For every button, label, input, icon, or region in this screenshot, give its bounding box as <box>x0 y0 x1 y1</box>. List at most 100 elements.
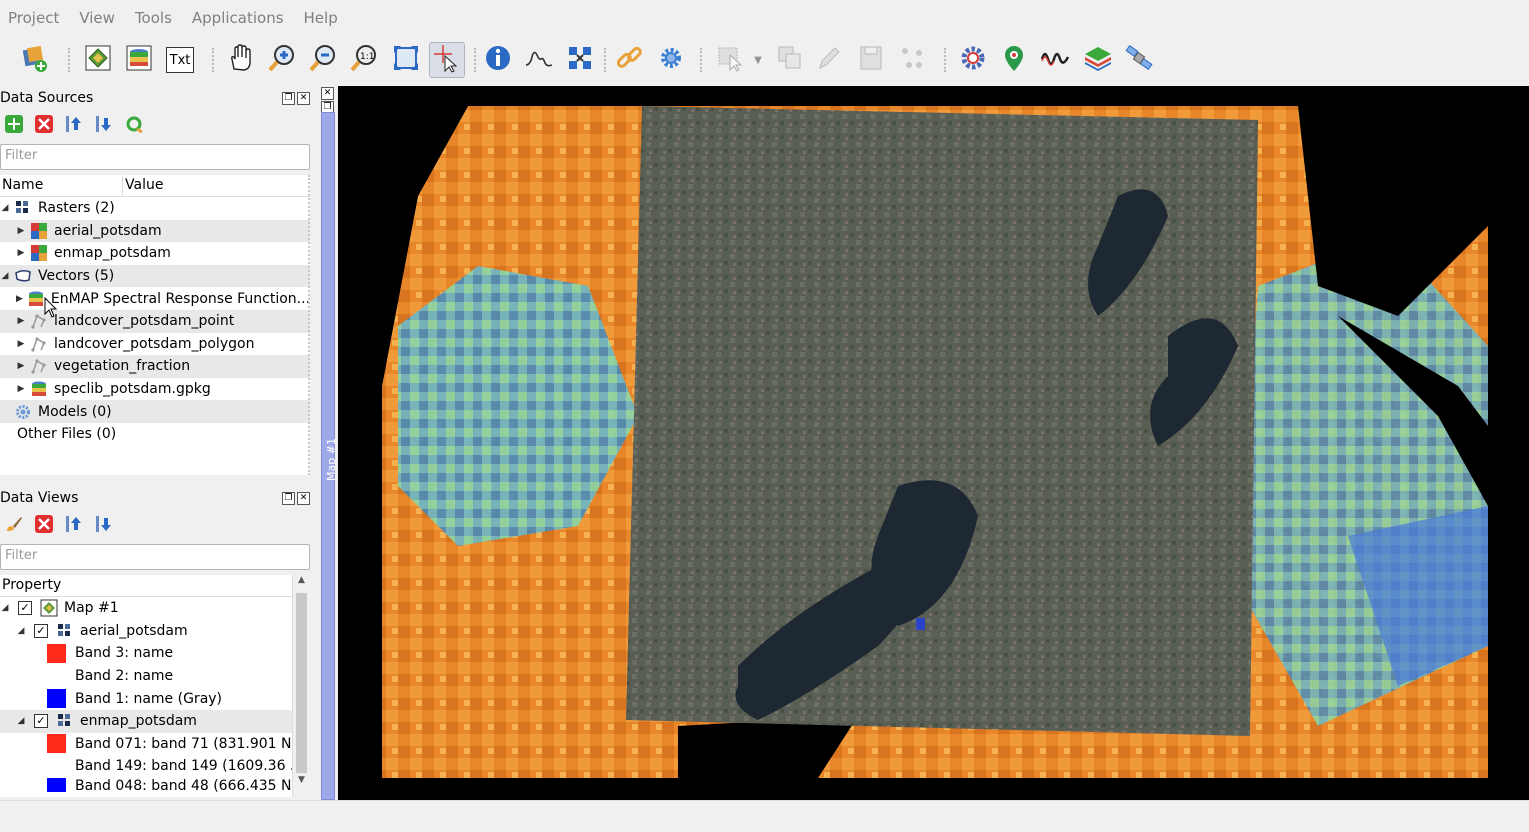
column-property[interactable]: Property <box>0 575 63 596</box>
toolbar-grip <box>68 48 72 72</box>
expand-all-button[interactable] <box>92 114 116 138</box>
data-views-title: Data Views <box>0 490 79 506</box>
tree-rasters-group[interactable]: ◢ Rasters (2) <box>0 197 310 220</box>
refresh-button[interactable] <box>122 114 146 138</box>
zoom-full-icon <box>391 43 421 77</box>
temporal-profile-button[interactable] <box>1037 42 1073 78</box>
scroll-up-arrow-icon[interactable]: ▲ <box>293 575 310 591</box>
band-row[interactable]: Band 071: band 71 (831.901 N... <box>0 733 310 756</box>
expand-arrow-icon[interactable]: ▶ <box>16 248 26 258</box>
column-value[interactable]: Value <box>123 175 165 196</box>
raster-name: aerial_potsdam <box>54 222 162 239</box>
collapse-arrow-icon[interactable]: ◢ <box>0 203 10 213</box>
band-color-swatch <box>47 734 66 754</box>
delete-icon <box>34 114 54 138</box>
close-map-button[interactable]: ✕ <box>321 87 334 100</box>
chain-link-icon <box>614 43 644 77</box>
add-data-source-button[interactable] <box>16 42 52 78</box>
collapse-arrow-icon[interactable]: ◢ <box>16 626 26 636</box>
view-map-item[interactable]: ◢ ✓ Map #1 <box>0 597 310 620</box>
band-row[interactable]: Band 3: name <box>0 642 310 665</box>
paint-button[interactable] <box>2 514 26 538</box>
close-panel-button[interactable]: ✕ <box>297 92 310 105</box>
satellite-button[interactable] <box>1121 42 1157 78</box>
select-features-button[interactable] <box>713 42 749 78</box>
tree-vector-item[interactable]: ▶ landcover_potsdam_polygon <box>0 333 310 356</box>
collapse-arrow-icon[interactable]: ◢ <box>0 271 10 281</box>
menu-help[interactable]: Help <box>304 9 338 27</box>
collapse-arrow-icon[interactable]: ◢ <box>16 716 26 726</box>
float-panel-button[interactable]: ❐ <box>282 92 295 105</box>
new-speclib-button[interactable] <box>121 42 157 78</box>
zoom-in-icon <box>267 43 297 77</box>
spectral-profile-button[interactable] <box>521 42 557 78</box>
zoom-native-button[interactable]: 1:1 <box>346 42 382 78</box>
band-row[interactable]: Band 149: band 149 (1609.36 ... <box>0 755 310 778</box>
map-linking-button[interactable] <box>611 42 647 78</box>
collapse-all-button[interactable] <box>62 514 86 538</box>
band-label: Band 071: band 71 (831.901 N... <box>75 735 305 752</box>
zoom-full-button[interactable] <box>388 42 424 78</box>
tree-scrollbar[interactable]: ▲ ▼ <box>292 575 310 797</box>
link-maps-button[interactable] <box>562 42 598 78</box>
settings-button[interactable] <box>955 42 991 78</box>
band-row[interactable]: Band 2: name <box>0 665 310 688</box>
select-dropdown-button[interactable]: ▼ <box>748 42 768 78</box>
menu-tools[interactable]: Tools <box>135 9 172 27</box>
column-name[interactable]: Name <box>0 175 123 196</box>
close-panel-button[interactable]: ✕ <box>297 492 310 505</box>
expand-all-button[interactable] <box>92 514 116 538</box>
add-source-button[interactable] <box>2 114 26 138</box>
expand-icon <box>94 514 114 538</box>
deselect-button[interactable] <box>772 42 808 78</box>
map-canvas[interactable] <box>338 86 1529 800</box>
scrollbar-thumb[interactable] <box>296 593 307 773</box>
tree-raster-item[interactable]: ▶ aerial_potsdam <box>0 219 310 243</box>
tree-vector-item[interactable]: ▶ speclib_potsdam.gpkg <box>0 378 310 401</box>
zoom-out-button[interactable] <box>305 42 341 78</box>
identify-button[interactable] <box>480 42 516 78</box>
collapse-all-button[interactable] <box>62 114 86 138</box>
menu-view[interactable]: View <box>79 9 115 27</box>
map-tab[interactable]: Map #1 <box>321 112 338 800</box>
layer-stack-button[interactable] <box>1080 42 1116 78</box>
float-panel-button[interactable]: ❐ <box>282 492 295 505</box>
location-browser-button[interactable] <box>996 42 1032 78</box>
remove-source-button[interactable] <box>32 114 56 138</box>
map-visibility-checkbox[interactable]: ✓ <box>18 601 32 616</box>
menu-project[interactable]: Project <box>8 9 59 27</box>
expand-arrow-icon[interactable]: ▶ <box>16 294 23 304</box>
tree-vector-item[interactable]: ▶ vegetation_fraction <box>0 355 310 378</box>
save-edits-button[interactable] <box>853 42 889 78</box>
expand-arrow-icon[interactable]: ▶ <box>16 339 26 349</box>
scroll-down-arrow-icon[interactable]: ▼ <box>293 775 310 791</box>
expand-arrow-icon[interactable]: ▶ <box>16 361 26 371</box>
tree-other-files-group[interactable]: Other Files (0) <box>0 423 310 446</box>
layer-visibility-checkbox[interactable]: ✓ <box>34 623 48 638</box>
band-row[interactable]: Band 1: name (Gray) <box>0 687 310 710</box>
tree-models-group[interactable]: Models (0) <box>0 400 310 423</box>
expand-arrow-icon[interactable]: ▶ <box>16 226 26 236</box>
select-location-button[interactable] <box>429 42 465 78</box>
view-layer-item[interactable]: ◢ ✓ aerial_potsdam <box>0 620 310 643</box>
edit-button[interactable] <box>811 42 847 78</box>
layer-visibility-checkbox[interactable]: ✓ <box>34 714 48 729</box>
tree-vectors-group[interactable]: ◢ Vectors (5) <box>0 264 310 288</box>
tree-raster-item[interactable]: ▶ enmap_potsdam <box>0 242 310 265</box>
band-row[interactable]: Band 048: band 48 (666.435 N... <box>0 777 310 792</box>
view-layer-item[interactable]: ◢ ✓ enmap_potsdam <box>0 709 310 733</box>
zoom-out-icon <box>308 43 338 77</box>
data-sources-filter[interactable]: Filter <box>0 144 310 170</box>
data-views-filter[interactable]: Filter <box>0 544 310 570</box>
collapse-arrow-icon[interactable]: ◢ <box>0 603 10 613</box>
pan-button[interactable] <box>222 42 258 78</box>
expand-arrow-icon[interactable]: ▶ <box>16 316 26 326</box>
new-text-view-button[interactable]: Txt <box>162 42 198 78</box>
new-map-button[interactable] <box>80 42 116 78</box>
menu-applications[interactable]: Applications <box>192 9 284 27</box>
remove-view-button[interactable] <box>32 514 56 538</box>
processing-button[interactable] <box>653 42 689 78</box>
zoom-in-button[interactable] <box>264 42 300 78</box>
add-feature-button[interactable] <box>894 42 930 78</box>
expand-arrow-icon[interactable]: ▶ <box>16 384 26 394</box>
